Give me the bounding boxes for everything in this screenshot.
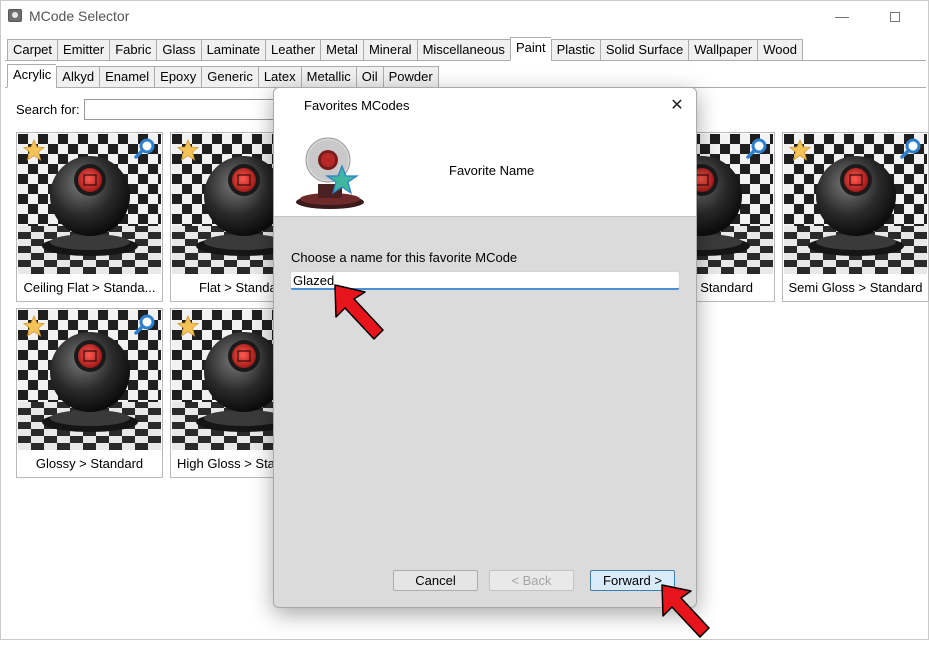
- annotation-arrow-icon: [661, 584, 710, 638]
- tab-fabric[interactable]: Fabric: [109, 39, 157, 61]
- app-icon: [8, 9, 22, 22]
- tab-enamel[interactable]: Enamel: [99, 66, 155, 88]
- tab-wallpaper[interactable]: Wallpaper: [688, 39, 758, 61]
- tab-oil[interactable]: Oil: [355, 66, 383, 88]
- magnifier-icon[interactable]: [746, 138, 768, 160]
- title-bar: MCode Selector —: [1, 1, 928, 31]
- tab-leather[interactable]: Leather: [265, 39, 321, 61]
- tile-caption: Semi Gloss > Standard: [788, 280, 923, 295]
- dialog-divider: [274, 216, 696, 217]
- tab-plastic[interactable]: Plastic: [550, 39, 600, 61]
- tab-laminate[interactable]: Laminate: [200, 39, 266, 61]
- tile-caption: Glossy > Standard: [35, 456, 144, 471]
- star-icon[interactable]: [23, 315, 45, 337]
- window-title: MCode Selector: [29, 8, 130, 24]
- tab-latex[interactable]: Latex: [257, 66, 301, 88]
- annotation-arrow-icon: [334, 284, 384, 340]
- search-input[interactable]: [84, 99, 284, 120]
- magnifier-icon[interactable]: [134, 314, 156, 336]
- magnifier-icon[interactable]: [900, 138, 922, 160]
- star-icon[interactable]: [789, 139, 811, 161]
- tab-miscellaneous[interactable]: Miscellaneous: [416, 39, 510, 61]
- material-tile[interactable]: Ceiling Flat > Standa...: [16, 132, 163, 302]
- minimize-button[interactable]: —: [819, 3, 865, 29]
- tab-wood[interactable]: Wood: [757, 39, 803, 61]
- maximize-button[interactable]: [872, 3, 918, 29]
- magnifier-icon[interactable]: [134, 138, 156, 160]
- tab-acrylic[interactable]: Acrylic: [7, 64, 57, 88]
- tab-solid-surface[interactable]: Solid Surface: [599, 39, 689, 61]
- tab-mineral[interactable]: Mineral: [362, 39, 417, 61]
- back-button[interactable]: < Back: [489, 570, 574, 591]
- dialog-header: Favorites MCodes ✕ Favorite Name: [274, 88, 696, 216]
- window-bottom-margin: [0, 640, 929, 654]
- category-tabs: Carpet Emitter Fabric Glass Laminate Lea…: [7, 37, 803, 61]
- tab-alkyd[interactable]: Alkyd: [56, 66, 100, 88]
- cancel-button[interactable]: Cancel: [393, 570, 478, 591]
- tab-carpet[interactable]: Carpet: [7, 39, 58, 61]
- dialog-title: Favorites MCodes: [304, 98, 410, 113]
- dialog-step-title: Favorite Name: [449, 163, 535, 178]
- tile-caption: Ceiling Flat > Standa...: [23, 280, 156, 295]
- tab-metallic[interactable]: Metallic: [300, 66, 356, 88]
- material-tile[interactable]: Glossy > Standard: [16, 308, 163, 478]
- tab-epoxy[interactable]: Epoxy: [154, 66, 202, 88]
- tab-generic[interactable]: Generic: [201, 66, 258, 88]
- material-tile[interactable]: Semi Gloss > Standard: [782, 132, 929, 302]
- search-label: Search for:: [16, 102, 80, 117]
- favorite-mcode-icon: [296, 137, 364, 209]
- favorite-name-prompt: Choose a name for this favorite MCode: [291, 250, 518, 265]
- close-icon[interactable]: ✕: [666, 95, 688, 117]
- star-icon[interactable]: [177, 315, 199, 337]
- star-icon[interactable]: [23, 139, 45, 161]
- star-icon[interactable]: [177, 139, 199, 161]
- tab-emitter[interactable]: Emitter: [57, 39, 110, 61]
- tab-powder[interactable]: Powder: [382, 66, 439, 88]
- tab-paint[interactable]: Paint: [509, 37, 551, 61]
- paint-subtabs: Acrylic Alkyd Enamel Epoxy Generic Latex…: [7, 64, 439, 88]
- tab-glass[interactable]: Glass: [156, 39, 201, 61]
- tab-metal[interactable]: Metal: [320, 39, 363, 61]
- maximize-icon: [890, 12, 900, 23]
